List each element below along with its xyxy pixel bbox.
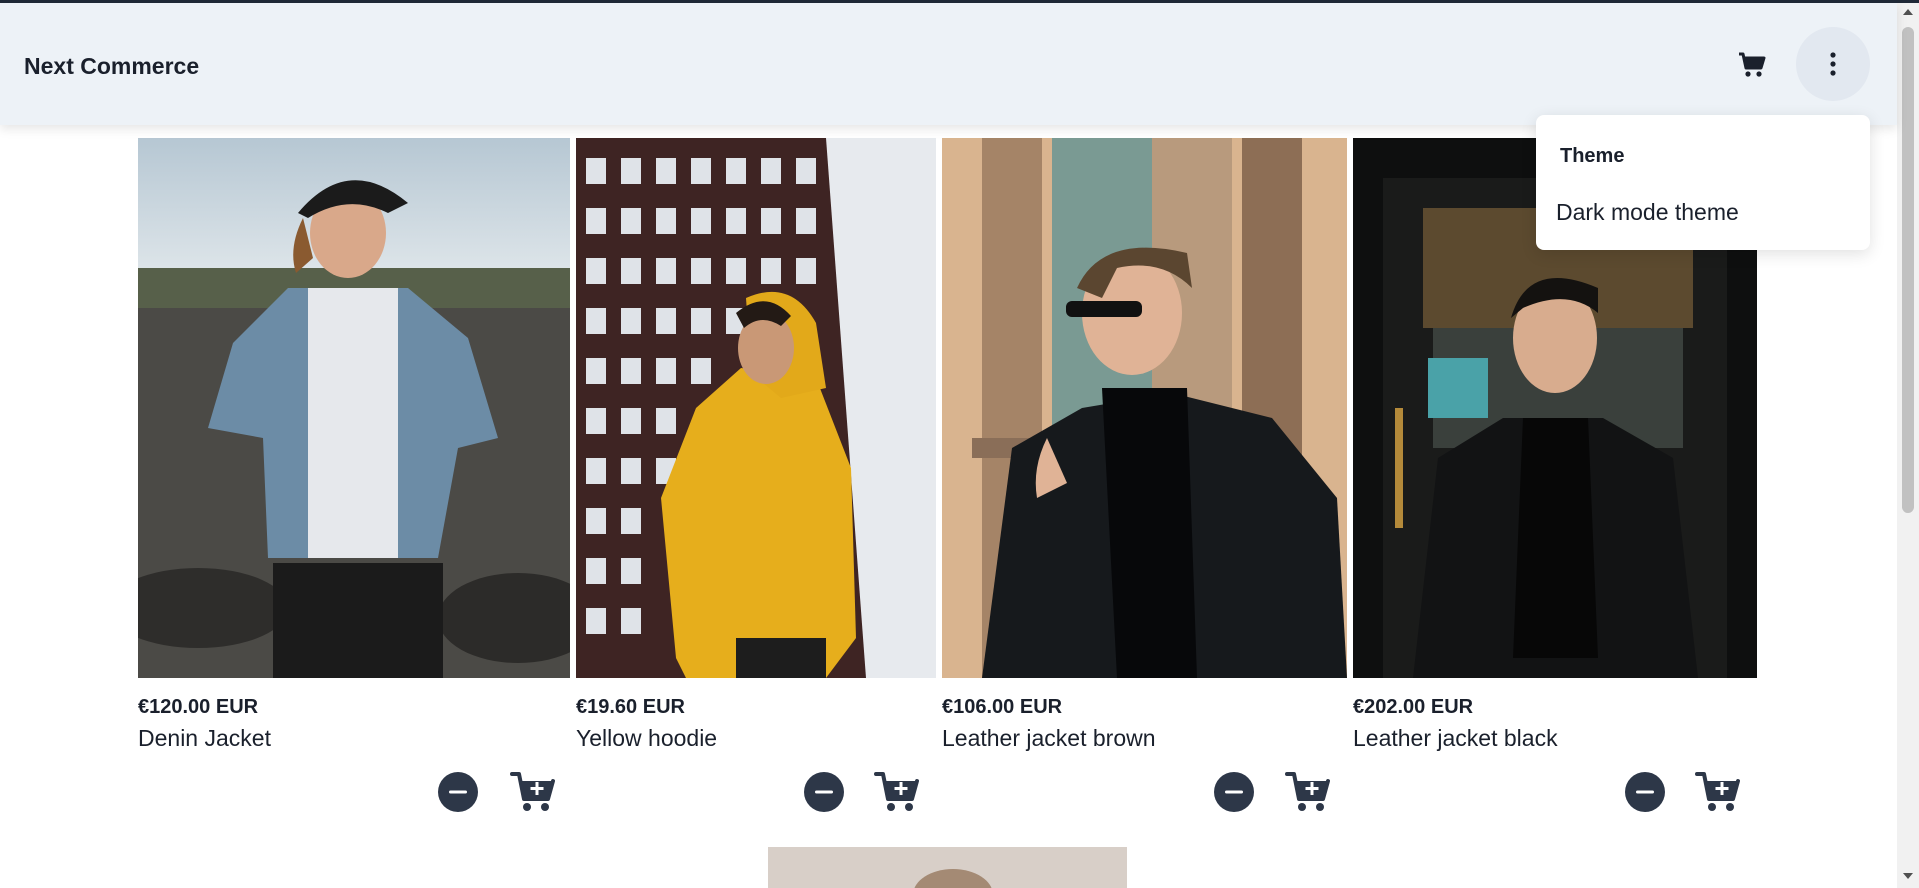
product-name[interactable]: Leather jacket brown [942,725,1156,752]
dark-mode-theme-item[interactable]: Dark mode theme [1556,199,1739,226]
add-to-cart-button[interactable] [510,770,556,814]
product-name[interactable]: Denin Jacket [138,725,271,752]
add-to-cart-icon [510,772,555,811]
product-image-yellow-hoodie[interactable] [576,138,936,678]
remove-from-cart-button[interactable] [1625,772,1665,812]
product-price: €106.00 EUR [942,696,1063,718]
product-image-leather-jacket-brown[interactable] [942,138,1347,678]
minus-icon [815,790,833,794]
remove-from-cart-button[interactable] [1214,772,1254,812]
app-header: Next Commerce [0,3,1897,125]
theme-menu-title: Theme [1560,145,1625,167]
brand-title[interactable]: Next Commerce [24,53,199,80]
add-to-cart-icon [874,772,919,811]
scroll-down-arrow-icon[interactable] [1903,873,1913,879]
more-vertical-icon [1830,52,1836,76]
product-price: €120.00 EUR [138,696,259,718]
cart-icon [1739,52,1766,77]
theme-menu: Theme Dark mode theme [1536,115,1870,250]
remove-from-cart-button[interactable] [804,772,844,812]
scroll-up-arrow-icon[interactable] [1903,9,1913,15]
minus-icon [449,790,467,794]
product-name[interactable]: Yellow hoodie [576,725,717,752]
product-image-next-row[interactable] [768,847,1127,888]
cart-button[interactable] [1736,49,1768,81]
add-to-cart-icon [1285,772,1330,811]
product-name[interactable]: Leather jacket black [1353,725,1558,752]
add-to-cart-icon [1695,772,1740,811]
more-options-button[interactable] [1796,27,1870,101]
minus-icon [1225,790,1243,794]
scrollbar-thumb[interactable] [1902,27,1914,513]
minus-icon [1636,790,1654,794]
product-price: €202.00 EUR [1353,696,1474,718]
remove-from-cart-button[interactable] [438,772,478,812]
add-to-cart-button[interactable] [1695,770,1741,814]
add-to-cart-button[interactable] [874,770,920,814]
product-image-denim-jacket[interactable] [138,138,570,678]
product-price: €19.60 EUR [576,696,685,718]
vertical-scrollbar[interactable] [1897,3,1919,888]
add-to-cart-button[interactable] [1285,770,1331,814]
